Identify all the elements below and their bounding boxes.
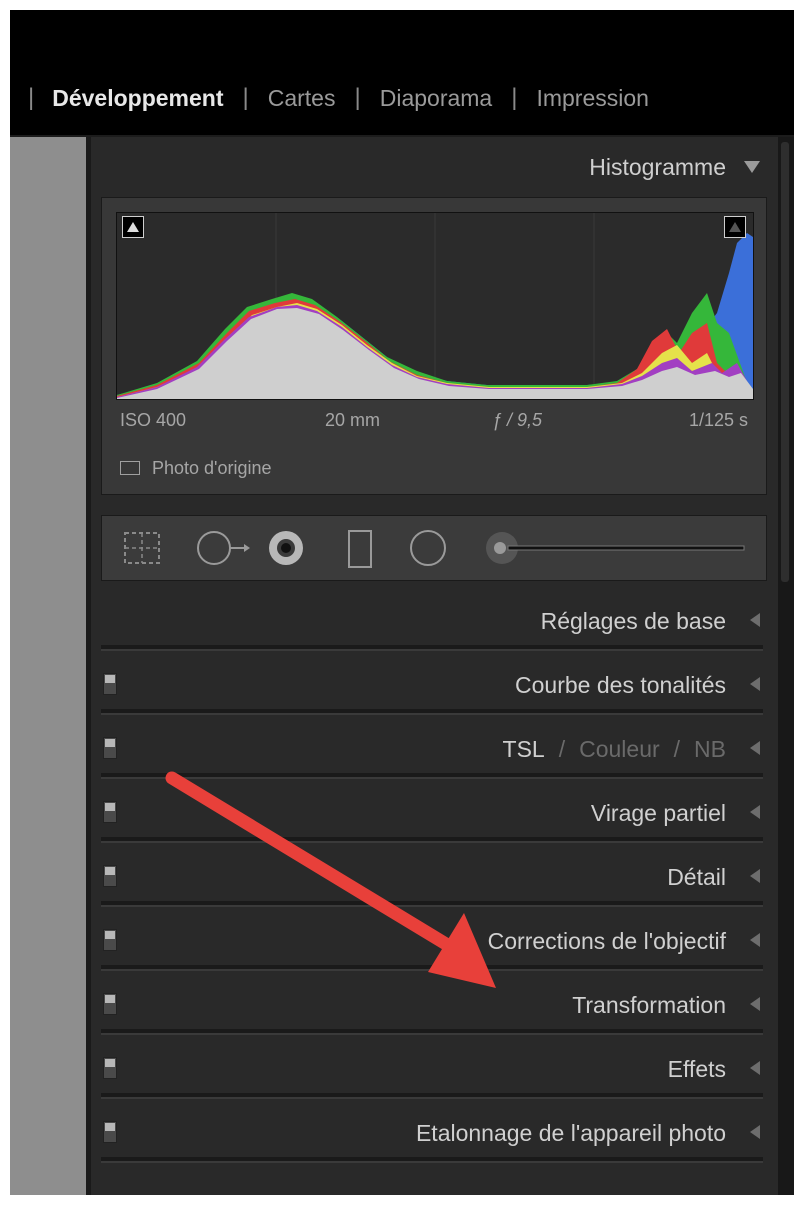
- histogram-panel: ISO 400 20 mm ƒ / 9,5 1/125 s Photo d'or…: [101, 197, 767, 495]
- clip-warning-icon[interactable]: [724, 216, 746, 238]
- crop-tool-icon[interactable]: [122, 530, 162, 566]
- section-basic[interactable]: Réglages de base: [91, 591, 778, 651]
- clip-warning-icon[interactable]: [122, 216, 144, 238]
- tool-strip: [101, 515, 767, 581]
- section-camera-calibration[interactable]: Etalonnage de l'appareil photo: [91, 1103, 778, 1163]
- section-toggle-switch[interactable]: [103, 929, 117, 951]
- module-map[interactable]: Cartes: [268, 85, 336, 112]
- section-effects[interactable]: Effets: [91, 1039, 778, 1099]
- triangle-left-icon[interactable]: [750, 869, 760, 883]
- section-split-toning[interactable]: Virage partiel: [91, 783, 778, 843]
- section-divider: [101, 645, 763, 651]
- triangle-left-icon[interactable]: [750, 997, 760, 1011]
- section-detail[interactable]: Détail: [91, 847, 778, 907]
- module-separator: |: [354, 84, 361, 111]
- hsl-separator: /: [558, 735, 566, 762]
- module-picker: | Développement | Cartes | Diaporama | I…: [10, 78, 649, 118]
- right-panel: Histogramme ISO 400 20 mm ƒ / 9,5 1/125 …: [91, 137, 778, 1195]
- shutter-value: 1/125 s: [688, 410, 748, 430]
- adjustment-brush-icon[interactable]: [482, 530, 752, 570]
- module-picker-bar: | Développement | Cartes | Diaporama | I…: [10, 10, 794, 135]
- triangle-left-icon[interactable]: [750, 1125, 760, 1139]
- histogram-title: Histogramme: [589, 153, 726, 180]
- module-separator: |: [242, 84, 249, 111]
- triangle-left-icon[interactable]: [750, 805, 760, 819]
- triangle-down-icon[interactable]: [744, 161, 760, 173]
- bw-tab[interactable]: NB: [694, 736, 726, 763]
- section-divider: [101, 837, 763, 843]
- spot-removal-icon[interactable]: [194, 530, 254, 570]
- section-divider: [101, 1029, 763, 1035]
- lightroom-window: | Développement | Cartes | Diaporama | I…: [10, 10, 794, 1195]
- section-toggle-switch[interactable]: [103, 801, 117, 823]
- section-basic-label: Réglages de base: [540, 607, 726, 634]
- section-camera-calibration-label: Etalonnage de l'appareil photo: [415, 1119, 726, 1146]
- color-tab[interactable]: Couleur: [579, 736, 660, 763]
- module-develop[interactable]: Développement: [52, 85, 223, 112]
- section-divider: [101, 1093, 763, 1099]
- triangle-left-icon[interactable]: [750, 741, 760, 755]
- section-tone-curve[interactable]: Courbe des tonalités: [91, 655, 778, 715]
- section-detail-label: Détail: [667, 863, 726, 890]
- original-photo-toggle[interactable]: Photo d'origine: [120, 456, 272, 480]
- module-slideshow[interactable]: Diaporama: [380, 85, 493, 112]
- hsl-tab[interactable]: TSL: [503, 736, 545, 763]
- section-toggle-switch[interactable]: [103, 1121, 117, 1143]
- aperture-value: ƒ / 9,5: [492, 410, 543, 430]
- triangle-left-icon[interactable]: [750, 1061, 760, 1075]
- section-hsl-label: TSL / Couleur / NB: [503, 719, 726, 779]
- original-photo-label: Photo d'origine: [152, 457, 272, 478]
- histogram-header[interactable]: Histogramme: [91, 137, 778, 197]
- section-toggle-switch[interactable]: [103, 865, 117, 887]
- triangle-left-icon[interactable]: [750, 933, 760, 947]
- section-effects-label: Effets: [667, 1055, 726, 1082]
- module-print[interactable]: Impression: [536, 85, 648, 112]
- focal-length-value: 20 mm: [325, 410, 381, 430]
- section-toggle-switch[interactable]: [103, 737, 117, 759]
- triangle-left-icon[interactable]: [750, 613, 760, 627]
- section-hsl[interactable]: TSL / Couleur / NB: [91, 719, 778, 779]
- graduated-filter-icon[interactable]: [346, 530, 376, 570]
- section-lens-corrections[interactable]: Corrections de l'objectif: [91, 911, 778, 971]
- section-split-toning-label: Virage partiel: [590, 799, 726, 826]
- section-toggle-switch[interactable]: [103, 1057, 117, 1079]
- preview-area: [10, 137, 86, 1195]
- section-divider: [101, 965, 763, 971]
- section-toggle-switch[interactable]: [103, 993, 117, 1015]
- section-divider: [101, 1157, 763, 1163]
- section-divider: [101, 709, 763, 715]
- original-photo-checkbox[interactable]: [120, 461, 140, 475]
- section-divider: [101, 773, 763, 779]
- exif-info: ISO 400 20 mm ƒ / 9,5 1/125 s: [120, 410, 748, 440]
- radial-filter-icon[interactable]: [408, 530, 448, 570]
- section-tone-curve-label: Courbe des tonalités: [515, 671, 726, 698]
- module-separator: |: [511, 84, 518, 111]
- section-lens-corrections-label: Corrections de l'objectif: [487, 927, 726, 954]
- red-eye-icon[interactable]: [266, 530, 306, 570]
- module-separator: |: [28, 84, 35, 111]
- histogram-graph: [116, 212, 754, 400]
- section-transform-label: Transformation: [572, 991, 726, 1018]
- section-transform[interactable]: Transformation: [91, 975, 778, 1035]
- section-toggle-switch[interactable]: [103, 673, 117, 695]
- section-divider: [101, 901, 763, 907]
- hsl-separator: /: [673, 735, 681, 762]
- triangle-left-icon[interactable]: [750, 677, 760, 691]
- panel-scrollbar-thumb[interactable]: [781, 142, 789, 582]
- iso-value: ISO 400: [120, 410, 187, 430]
